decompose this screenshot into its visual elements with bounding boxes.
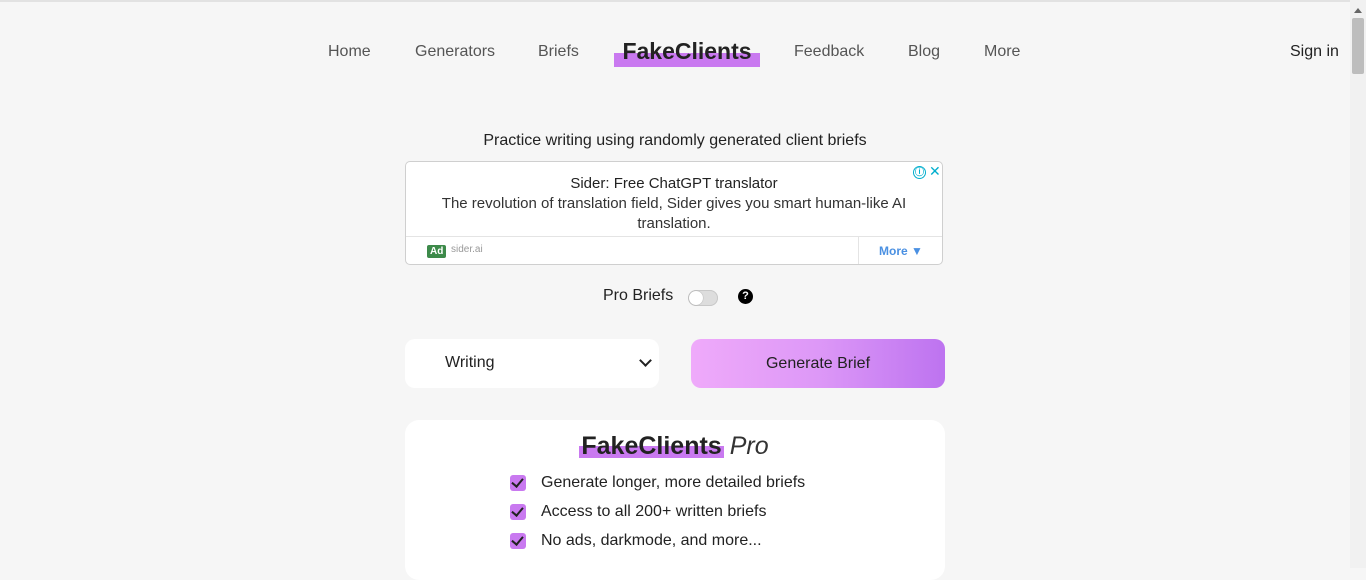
nav-generators[interactable]: Generators [415, 43, 495, 61]
nav-blog[interactable]: Blog [908, 43, 940, 61]
checkbox-icon [510, 504, 526, 520]
toggle-knob [689, 291, 703, 305]
category-select-value: Writing [445, 354, 495, 371]
category-select[interactable]: Writing [405, 339, 659, 388]
pro-card-brand: FakeClients [579, 432, 724, 460]
ad-footer: Ad sider.ai More ▼ [406, 236, 942, 264]
checkbox-icon [510, 475, 526, 491]
nav-feedback[interactable]: Feedback [794, 43, 864, 61]
pro-briefs-toggle[interactable] [688, 290, 718, 306]
sign-in-link[interactable]: Sign in [1290, 43, 1339, 61]
pro-card: FakeClients Pro Generate longer, more det… [405, 420, 945, 580]
ad-domain[interactable]: sider.ai [451, 244, 483, 255]
top-border [0, 0, 1350, 2]
nav-home[interactable]: Home [328, 43, 371, 61]
ad-text: The revolution of translation field, Sid… [441, 195, 907, 232]
tagline: Practice writing using randomly generate… [483, 132, 867, 149]
generate-brief-button[interactable]: Generate Brief [691, 339, 945, 388]
help-icon[interactable]: ? [738, 289, 753, 304]
ad-banner[interactable]: ⓘ ✕ Sider: Free ChatGPT translator The r… [405, 161, 943, 265]
ad-more-button[interactable]: More ▼ [858, 237, 942, 264]
chevron-down-icon [639, 354, 652, 367]
nav-briefs[interactable]: Briefs [538, 43, 579, 61]
pro-card-title: FakeClients Pro [405, 432, 945, 461]
ad-title[interactable]: Sider: Free ChatGPT translator [406, 175, 942, 192]
brand-logo[interactable]: FakeClients [614, 38, 760, 68]
pro-card-pro: Pro [729, 432, 769, 460]
checkbox-icon [510, 533, 526, 549]
brand-text: FakeClients [622, 38, 752, 64]
pro-briefs-label: Pro Briefs [603, 287, 674, 304]
scroll-up-arrow-icon[interactable] [1354, 8, 1362, 13]
scrollbar-thumb[interactable] [1352, 18, 1364, 74]
ad-badge: Ad [427, 245, 447, 258]
scrollbar[interactable] [1350, 0, 1366, 568]
nav-more[interactable]: More [984, 43, 1020, 61]
